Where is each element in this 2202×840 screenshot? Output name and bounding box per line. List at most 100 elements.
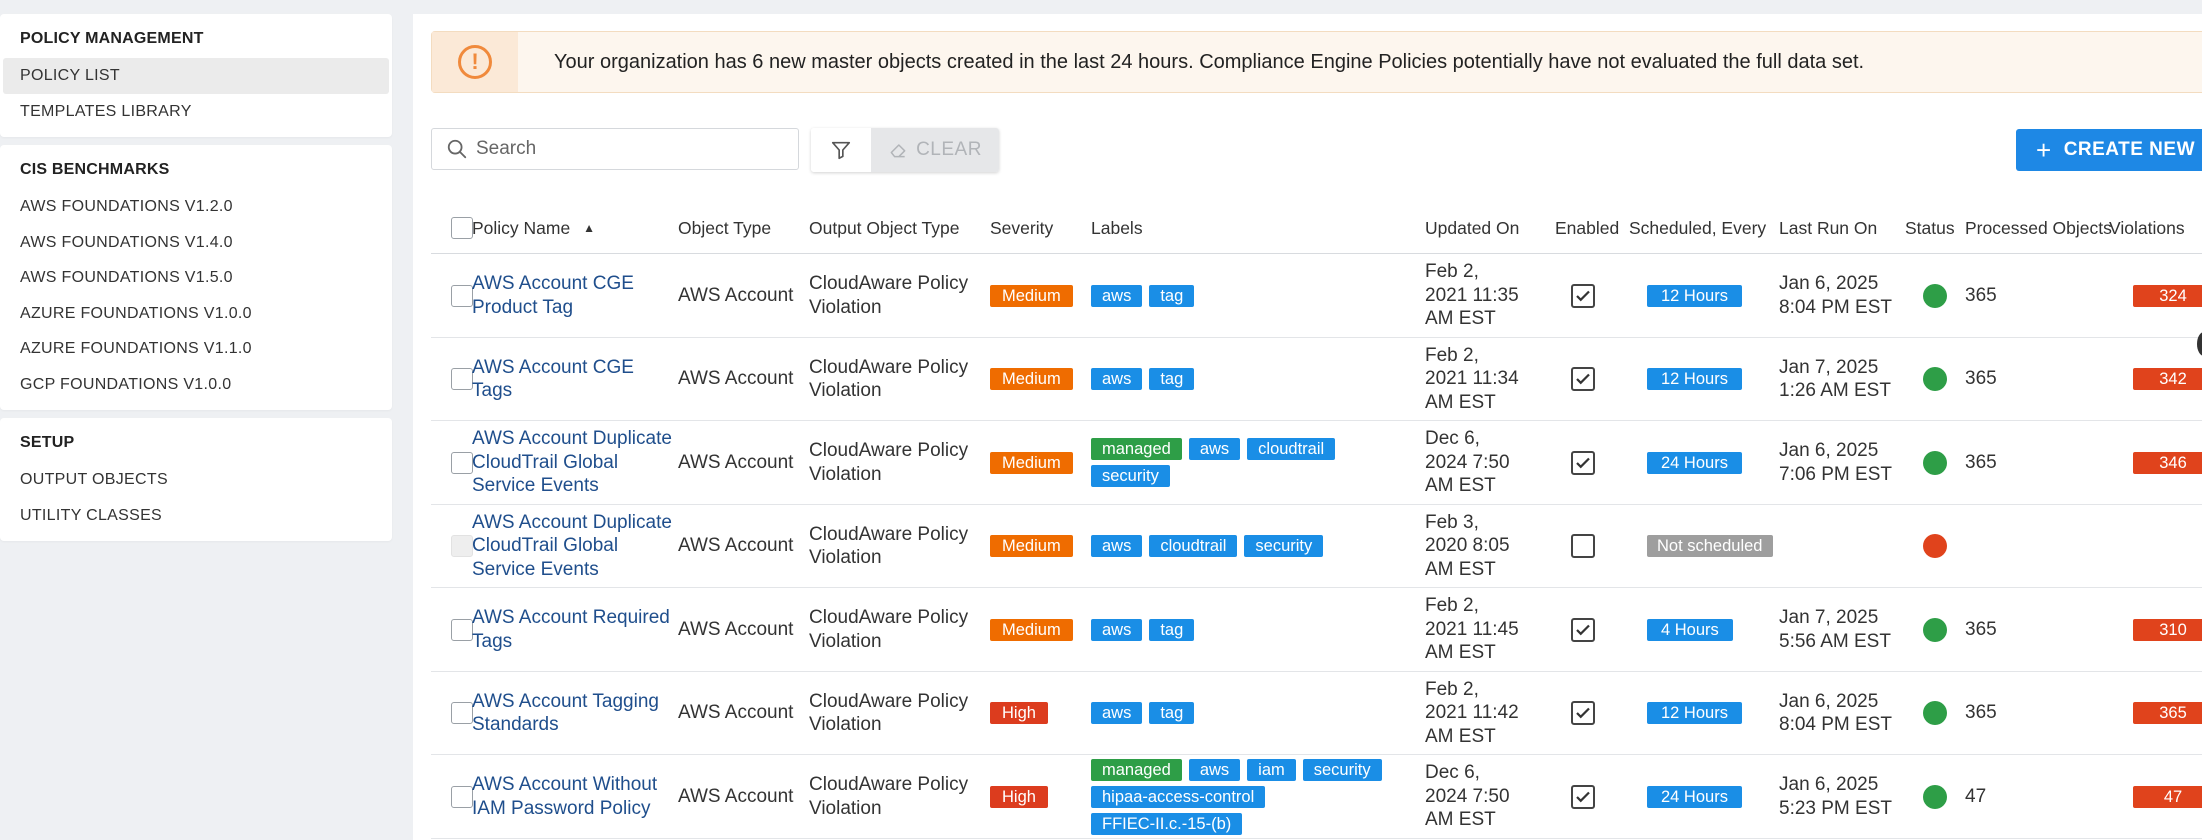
- processed-objects: 365: [1965, 368, 1997, 390]
- col-status[interactable]: Status: [1905, 202, 1955, 254]
- policy-name-link[interactable]: AWS Account Required Tags: [472, 606, 672, 653]
- label-tag[interactable]: security: [1302, 758, 1382, 781]
- table-row[interactable]: AWS Account Duplicate CloudTrail Global …: [431, 421, 2202, 505]
- sidebar-item-aws-v140[interactable]: AWS FOUNDATIONS V1.4.0: [0, 225, 392, 261]
- col-processed[interactable]: Processed Objects: [1965, 202, 2112, 254]
- object-type: AWS Account: [678, 451, 794, 473]
- label-tag[interactable]: FFIEC-II.c.-15-(b): [1091, 812, 1243, 835]
- row-checkbox[interactable]: [451, 451, 473, 474]
- enabled-checkbox[interactable]: [1571, 283, 1595, 308]
- table-row[interactable]: AWS Account Tagging Standards AWS Account…: [431, 672, 2202, 755]
- status-cell: [1923, 254, 1953, 337]
- sidebar-item-azure-v110[interactable]: AZURE FOUNDATIONS V1.1.0: [0, 331, 392, 367]
- label-tag[interactable]: aws: [1091, 702, 1143, 724]
- label-tag[interactable]: managed: [1091, 758, 1182, 781]
- processed-objects: 365: [1965, 451, 1997, 473]
- policy-name-link[interactable]: AWS Account Tagging Standards: [472, 690, 672, 737]
- violations-badge[interactable]: 310: [2133, 618, 2202, 641]
- violations-cell: 346: [2133, 421, 2202, 504]
- sidebar-item-utility-classes[interactable]: UTILITY CLASSES: [0, 498, 392, 534]
- label-tag[interactable]: aws: [1091, 618, 1143, 641]
- label-tag[interactable]: security: [1244, 535, 1324, 557]
- severity-badge: Medium: [990, 618, 1073, 641]
- violations-badge[interactable]: 47: [2133, 785, 2202, 808]
- policy-name-link[interactable]: AWS Account Duplicate CloudTrail Global …: [472, 511, 672, 582]
- label-tag[interactable]: security: [1091, 465, 1170, 487]
- col-scheduled[interactable]: Scheduled, Every: [1629, 202, 1766, 254]
- sidebar-item-aws-v150[interactable]: AWS FOUNDATIONS V1.5.0: [0, 260, 392, 296]
- schedule-cell: 4 Hours: [1647, 588, 1787, 671]
- enabled-checkbox[interactable]: [1571, 534, 1595, 558]
- policy-name-link[interactable]: AWS Account Without IAM Password Policy: [472, 773, 672, 820]
- row-checkbox[interactable]: [451, 702, 473, 724]
- label-tag[interactable]: managed: [1091, 438, 1182, 460]
- last-run-cell: [1779, 505, 1899, 588]
- label-tag[interactable]: tag: [1149, 284, 1195, 307]
- label-tag[interactable]: cloudtrail: [1247, 438, 1336, 460]
- table-row[interactable]: AWS Account CGE Product Tag AWS Account Cl…: [431, 254, 2202, 338]
- filter-button[interactable]: [811, 128, 871, 172]
- enabled-checkbox[interactable]: [1571, 450, 1595, 475]
- label-tag[interactable]: aws: [1091, 284, 1143, 307]
- label-tag[interactable]: tag: [1149, 702, 1195, 724]
- label-tag[interactable]: aws: [1188, 438, 1241, 460]
- table-header: Policy Name ▲ Object Type Output Object …: [431, 202, 2202, 254]
- violations-badge[interactable]: 324: [2133, 284, 2202, 307]
- col-last-run[interactable]: Last Run On: [1779, 202, 1877, 254]
- enabled-checkbox[interactable]: [1571, 367, 1595, 391]
- clear-button[interactable]: CLEAR: [871, 128, 999, 172]
- label-tag[interactable]: tag: [1149, 368, 1195, 390]
- create-new-policy-button[interactable]: + CREATE NEW P: [2016, 129, 2202, 171]
- col-severity[interactable]: Severity: [990, 202, 1053, 254]
- updated-cell: Dec 6, 2024 7:50 AM EST: [1425, 755, 1520, 838]
- policy-name-link[interactable]: AWS Account CGE Product Tag: [472, 272, 672, 319]
- row-checkbox[interactable]: [451, 284, 473, 307]
- col-policy-name[interactable]: Policy Name ▲: [472, 202, 595, 254]
- label-tag[interactable]: aws: [1091, 535, 1143, 557]
- table-row[interactable]: AWS Account CGE Tags AWS Account CloudAwar…: [431, 338, 2202, 421]
- table-row[interactable]: AWS Account Duplicate CloudTrail Global …: [431, 505, 2202, 588]
- sidebar-item-aws-v120[interactable]: AWS FOUNDATIONS V1.2.0: [0, 189, 392, 225]
- enabled-checkbox[interactable]: [1571, 701, 1595, 725]
- label-tag[interactable]: aws: [1091, 368, 1143, 390]
- col-output-object-type[interactable]: Output Object Type: [809, 202, 959, 254]
- object-type: AWS Account: [678, 535, 794, 557]
- label-tag[interactable]: tag: [1149, 618, 1195, 641]
- label-tag[interactable]: cloudtrail: [1149, 535, 1238, 557]
- table-row[interactable]: AWS Account Without IAM Password Policy A…: [431, 755, 2202, 839]
- row-checkbox[interactable]: [451, 618, 473, 641]
- col-violations[interactable]: Violations: [2109, 202, 2185, 254]
- label-tag[interactable]: iam: [1247, 758, 1296, 781]
- sidebar-item-templates-library[interactable]: TEMPLATES LIBRARY: [0, 94, 392, 130]
- col-enabled[interactable]: Enabled: [1555, 202, 1619, 254]
- violations-badge[interactable]: 365: [2133, 702, 2202, 724]
- check-icon: [1576, 624, 1590, 635]
- sidebar-item-output-objects[interactable]: OUTPUT OBJECTS: [0, 462, 392, 498]
- sidebar-item-azure-v100[interactable]: AZURE FOUNDATIONS V1.0.0: [0, 296, 392, 332]
- output-type-cell: CloudAware Policy Violation: [809, 505, 984, 588]
- search-input[interactable]: [476, 129, 786, 169]
- table-row[interactable]: AWS Account Required Tags AWS Account Clou…: [431, 588, 2202, 672]
- col-updated-on[interactable]: Updated On: [1425, 202, 1519, 254]
- enabled-cell: [1571, 505, 1601, 588]
- label-tag[interactable]: aws: [1188, 758, 1241, 781]
- violations-badge[interactable]: 342: [2133, 368, 2202, 390]
- row-checkbox[interactable]: [451, 785, 473, 808]
- label-tag[interactable]: hipaa-access-control: [1091, 785, 1266, 808]
- enabled-checkbox[interactable]: [1571, 784, 1595, 809]
- sidebar-item-gcp-v100[interactable]: GCP FOUNDATIONS V1.0.0: [0, 367, 392, 403]
- col-object-type[interactable]: Object Type: [678, 202, 771, 254]
- policy-name-link[interactable]: AWS Account Duplicate CloudTrail Global …: [472, 427, 672, 498]
- schedule-cell: 24 Hours: [1647, 755, 1787, 838]
- search-box[interactable]: [431, 128, 799, 170]
- select-all-checkbox[interactable]: [451, 217, 473, 239]
- enabled-checkbox[interactable]: [1571, 617, 1595, 642]
- processed-cell: 365: [1965, 338, 2045, 421]
- sidebar-item-policy-list[interactable]: POLICY LIST: [3, 58, 389, 94]
- row-checkbox[interactable]: [451, 368, 473, 390]
- violations-badge[interactable]: 346: [2133, 451, 2202, 474]
- banner-icon-container: !: [432, 32, 518, 92]
- policy-name-link[interactable]: AWS Account CGE Tags: [472, 356, 672, 403]
- sort-ascending-icon: ▲: [583, 221, 595, 235]
- processed-objects: 47: [1965, 785, 1987, 807]
